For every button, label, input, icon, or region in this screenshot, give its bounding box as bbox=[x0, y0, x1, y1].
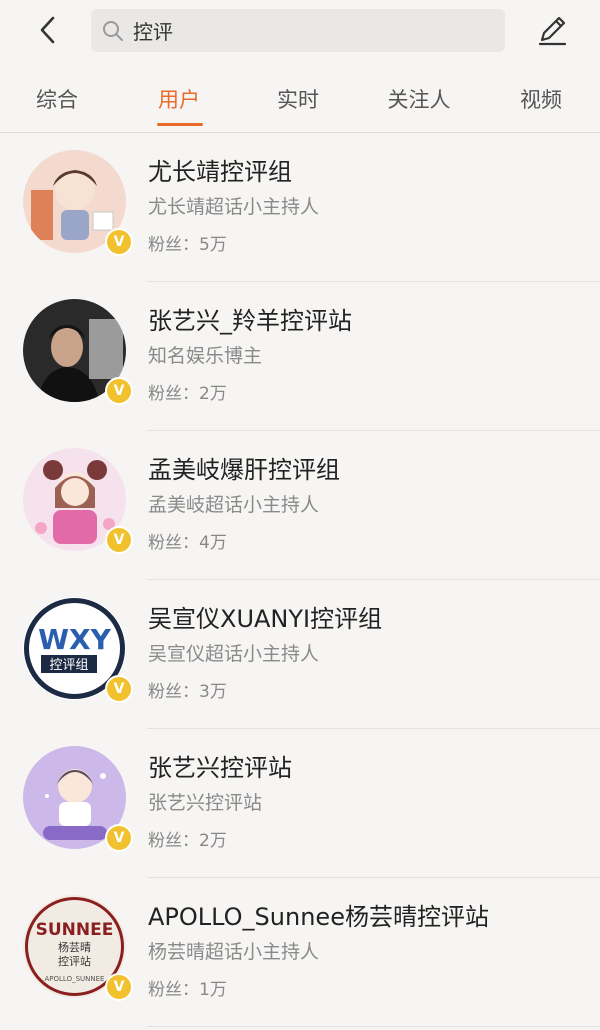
tab-realtime[interactable]: 实时 bbox=[253, 84, 343, 114]
list-item[interactable]: V 尤长靖控评组 尤长靖超话小主持人 粉丝：5万 bbox=[0, 133, 600, 282]
pencil-icon bbox=[538, 16, 567, 46]
verified-badge: V bbox=[105, 973, 133, 1001]
tab-bar: 综合 用户 实时 关注人 视频 bbox=[0, 62, 600, 133]
user-name[interactable]: 张艺兴_羚羊控评站 bbox=[148, 301, 352, 336]
search-input[interactable]: 控评 bbox=[91, 9, 505, 52]
list-item[interactable]: SUNNEE 杨芸晴 控评站 APOLLO_SUNNEE V APOLLO_Su… bbox=[0, 878, 600, 1027]
verified-badge: V bbox=[105, 377, 133, 405]
follower-count: 粉丝：3万 bbox=[148, 682, 227, 702]
edit-button[interactable] bbox=[532, 10, 572, 50]
tab-video[interactable]: 视频 bbox=[496, 84, 586, 114]
divider bbox=[147, 1026, 600, 1027]
sunnee-logo-sub: 杨芸晴 bbox=[58, 940, 91, 954]
follower-count: 粉丝：2万 bbox=[148, 384, 227, 404]
user-description: 孟美岐超话小主持人 bbox=[148, 494, 320, 516]
user-name[interactable]: 孟美岐爆肝控评组 bbox=[148, 450, 340, 485]
verified-badge: V bbox=[105, 824, 133, 852]
tab-comprehensive[interactable]: 综合 bbox=[12, 84, 102, 114]
sunnee-logo-sub2: 控评站 bbox=[58, 954, 91, 968]
verified-badge: V bbox=[105, 228, 133, 256]
chevron-left-icon bbox=[40, 16, 55, 44]
verified-badge: V bbox=[105, 526, 133, 554]
follower-count: 粉丝：5万 bbox=[148, 235, 227, 255]
list-item[interactable]: WXY 控评组 V 吴宣仪XUANYI控评组 吴宣仪超话小主持人 粉丝：3万 bbox=[0, 580, 600, 729]
tab-users[interactable]: 用户 bbox=[134, 84, 224, 114]
user-name[interactable]: 张艺兴控评站 bbox=[148, 748, 292, 783]
list-item[interactable]: V 张艺兴控评站 张艺兴控评站 粉丝：2万 bbox=[0, 729, 600, 878]
follower-count: 粉丝：4万 bbox=[148, 533, 227, 553]
user-description: 杨芸晴超话小主持人 bbox=[148, 941, 320, 963]
follower-count: 粉丝：1万 bbox=[148, 980, 227, 1000]
tab-following[interactable]: 关注人 bbox=[374, 84, 464, 114]
user-description: 尤长靖超话小主持人 bbox=[148, 196, 320, 218]
follower-count: 粉丝：2万 bbox=[148, 831, 227, 851]
list-item[interactable]: V 孟美岐爆肝控评组 孟美岐超话小主持人 粉丝：4万 bbox=[0, 431, 600, 580]
back-button[interactable] bbox=[30, 12, 66, 48]
wxy-logo-subtext: 控评组 bbox=[49, 658, 88, 673]
user-description: 知名娱乐博主 bbox=[148, 345, 263, 367]
user-name[interactable]: APOLLO_Sunnee杨芸晴控评站 bbox=[148, 897, 489, 932]
list-item[interactable]: V 张艺兴_羚羊控评站 知名娱乐博主 粉丝：2万 bbox=[0, 282, 600, 431]
wxy-logo-text: WXY bbox=[38, 623, 111, 656]
sunnee-logo-bottom: APOLLO_SUNNEE bbox=[45, 975, 105, 983]
verified-badge: V bbox=[105, 675, 133, 703]
active-tab-indicator bbox=[157, 123, 203, 126]
user-description: 吴宣仪超话小主持人 bbox=[148, 643, 320, 665]
search-query-text: 控评 bbox=[133, 20, 173, 44]
user-description: 张艺兴控评站 bbox=[148, 792, 263, 814]
sunnee-logo-text: SUNNEE bbox=[36, 920, 114, 940]
top-bar: 控评 bbox=[0, 0, 600, 62]
search-icon bbox=[101, 19, 125, 43]
user-result-list: V 尤长靖控评组 尤长靖超话小主持人 粉丝：5万 V 张艺兴_羚羊控评站 知名娱… bbox=[0, 133, 600, 1027]
user-name[interactable]: 吴宣仪XUANYI控评组 bbox=[148, 599, 382, 634]
user-name[interactable]: 尤长靖控评组 bbox=[148, 152, 292, 187]
